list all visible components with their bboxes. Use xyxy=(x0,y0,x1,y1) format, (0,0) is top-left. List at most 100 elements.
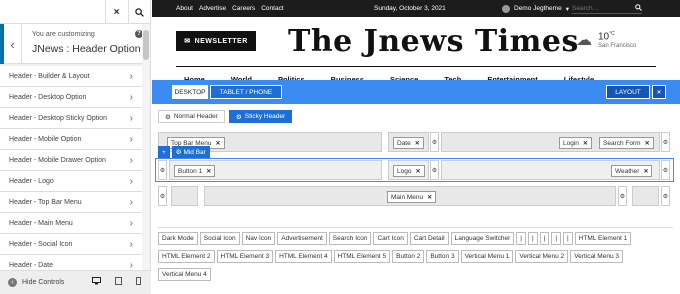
palette-element[interactable]: | xyxy=(516,232,526,245)
sidebar-item-desktop-option[interactable]: Header - Desktop Option › xyxy=(0,87,143,108)
hide-controls-button[interactable]: ‹ Hide Controls xyxy=(0,278,64,287)
element-chip[interactable]: Logo ✕ xyxy=(393,165,425,177)
drop-zone-right[interactable] xyxy=(632,186,659,206)
palette-element[interactable]: HTML Element 3 xyxy=(216,250,274,263)
palette-element[interactable]: Language Switcher xyxy=(450,232,515,245)
gear-icon[interactable]: ⚙ xyxy=(158,160,167,180)
palette-element[interactable]: Vertical Menu 3 xyxy=(570,250,623,263)
element-chip[interactable]: Weather ✕ xyxy=(611,165,653,177)
palette-element[interactable]: Nav Icon xyxy=(241,232,276,245)
tab-desktop[interactable]: DESKTOP xyxy=(172,85,208,99)
remove-icon[interactable]: ✕ xyxy=(583,140,588,147)
add-element-button[interactable]: + xyxy=(158,146,170,158)
search-icon[interactable] xyxy=(635,3,642,13)
back-arrow-icon[interactable]: ‹ xyxy=(0,24,22,64)
palette-element[interactable]: | xyxy=(539,232,550,245)
palette-element[interactable]: Cart Detail xyxy=(409,232,449,245)
layout-button[interactable]: LAYOUT xyxy=(606,85,650,99)
close-builder-icon[interactable]: × xyxy=(652,85,666,99)
element-chip[interactable]: Date ✕ xyxy=(393,137,424,149)
sidebar-item-desktop-sticky-option[interactable]: Header - Desktop Sticky Option › xyxy=(0,108,143,129)
header-type-tabs: ⚙ Normal Header ⚙ Sticky Header xyxy=(158,110,293,123)
element-palette: Dark Mode Social Icon Nav Icon Advertisemen… xyxy=(158,227,673,284)
site-logo[interactable]: The Jnews Times xyxy=(288,24,579,59)
tablet-preview-icon[interactable] xyxy=(115,277,122,287)
tab-normal-header[interactable]: ⚙ Normal Header xyxy=(158,110,225,123)
palette-element[interactable]: Social Icon xyxy=(199,232,240,245)
drop-zone-center[interactable]: Main Menu ✕ xyxy=(204,186,616,206)
palette-element[interactable]: HTML Element 5 xyxy=(333,250,391,263)
drop-zone-center[interactable]: Logo ✕ xyxy=(388,160,429,180)
palette-element[interactable]: Vertical Menu 2 xyxy=(515,250,569,263)
tab-sticky-header[interactable]: ⚙ Sticky Header xyxy=(228,110,293,123)
collapse-icon: ‹ xyxy=(8,278,17,287)
element-chip[interactable]: Button 1 ✕ xyxy=(174,165,216,177)
mobile-preview-icon[interactable] xyxy=(136,277,141,287)
palette-element[interactable]: HTML Element 4 xyxy=(275,250,332,263)
close-icon[interactable]: × xyxy=(105,0,127,24)
topbar-date: Sunday, October 3, 2021 xyxy=(374,5,446,12)
topbar-link-about[interactable]: About xyxy=(176,5,193,12)
sidebar-scrollbar[interactable] xyxy=(142,24,150,270)
chevron-right-icon: › xyxy=(129,154,133,166)
palette-element[interactable]: Dark Mode xyxy=(158,232,198,245)
gear-icon[interactable]: ⚙ xyxy=(661,132,670,152)
topbar-link-advertise[interactable]: Advertise xyxy=(199,5,226,12)
palette-element[interactable]: Vertical Menu 1 xyxy=(460,250,514,263)
element-chip[interactable]: Main Menu ✕ xyxy=(387,191,437,203)
remove-icon[interactable]: ✕ xyxy=(415,168,420,175)
sidebar-item-mobile-drawer-option[interactable]: Header - Mobile Drawer Option › xyxy=(0,150,143,171)
palette-element[interactable]: HTML Element 1 xyxy=(574,232,632,245)
desktop-preview-icon[interactable] xyxy=(92,277,101,287)
drop-zone-right[interactable]: Login ✕ Search Form ✕ xyxy=(441,132,660,152)
customizer-sidebar: × ‹ You are customizing JNews : Header O… xyxy=(0,0,151,294)
remove-icon[interactable]: ✕ xyxy=(415,140,420,147)
element-chip[interactable]: Login ✕ xyxy=(559,137,592,149)
sidebar-item-builder-layout[interactable]: Header - Builder & Layout › xyxy=(0,66,143,87)
palette-element[interactable]: HTML Element 2 xyxy=(158,250,215,263)
remove-icon[interactable]: ✕ xyxy=(643,168,648,175)
drop-zone-center[interactable]: Date ✕ xyxy=(388,132,429,152)
remove-icon[interactable]: ✕ xyxy=(215,140,220,147)
gear-icon[interactable]: ⚙ xyxy=(430,132,439,152)
palette-element[interactable]: Button 2 xyxy=(392,250,425,263)
palette-element[interactable]: Button 3 xyxy=(426,250,459,263)
drop-zone-left[interactable] xyxy=(171,186,198,206)
cloud-sun-icon: ☁ xyxy=(576,32,592,49)
temperature-unit: °C xyxy=(609,31,615,38)
sidebar-item-social-icon[interactable]: Header - Social Icon › xyxy=(0,234,143,255)
gear-icon[interactable]: ⚙ xyxy=(661,186,670,206)
sidebar-item-logo[interactable]: Header - Logo › xyxy=(0,171,143,192)
palette-element[interactable]: | xyxy=(563,232,573,245)
sidebar-item-main-menu[interactable]: Header - Main Menu › xyxy=(0,213,143,234)
gear-icon[interactable]: ⚙ xyxy=(158,186,167,206)
gear-icon[interactable]: ⚙ xyxy=(618,186,627,206)
scrollbar-thumb[interactable] xyxy=(143,30,149,60)
sidebar-item-mobile-option[interactable]: Header - Mobile Option › xyxy=(0,129,143,150)
palette-element[interactable]: | xyxy=(527,232,538,245)
gear-icon[interactable]: ⚙ xyxy=(430,160,439,180)
palette-element[interactable]: Vertical Menu 4 xyxy=(158,268,211,281)
palette-element[interactable]: Cart Icon xyxy=(373,232,408,245)
palette-element[interactable]: Search Icon xyxy=(328,232,372,245)
palette-element[interactable]: Advertisement xyxy=(277,232,327,245)
remove-icon[interactable]: ✕ xyxy=(206,168,211,175)
search-icon[interactable] xyxy=(128,0,150,24)
topbar-link-contact[interactable]: Contact xyxy=(261,5,283,12)
remove-icon[interactable]: ✕ xyxy=(427,194,432,201)
mid-bar-label: Mid Bar xyxy=(183,148,206,156)
topbar-user[interactable]: Demo Jegtheme ▾ xyxy=(502,4,569,13)
topbar-link-careers[interactable]: Careers xyxy=(232,5,255,12)
search-input[interactable] xyxy=(572,4,627,12)
gear-icon[interactable]: ⚙ xyxy=(661,160,670,180)
tab-tablet-phone[interactable]: TABLET / PHONE xyxy=(210,85,282,99)
sidebar-item-top-bar-menu[interactable]: Header - Top Bar Menu › xyxy=(0,192,143,213)
drop-zone-left[interactable]: Button 1 ✕ xyxy=(169,160,382,180)
drop-zone-right[interactable]: Weather ✕ xyxy=(441,160,660,180)
newsletter-button[interactable]: ✉ NEWSLETTER xyxy=(176,31,256,51)
palette-element[interactable]: | xyxy=(551,232,562,245)
element-chip[interactable]: Search Form ✕ xyxy=(599,137,654,149)
mid-bar-label-button[interactable]: ⚙ Mid Bar xyxy=(171,146,210,158)
sidebar-item-label: Header - Social Icon xyxy=(9,240,73,248)
remove-icon[interactable]: ✕ xyxy=(645,140,650,147)
